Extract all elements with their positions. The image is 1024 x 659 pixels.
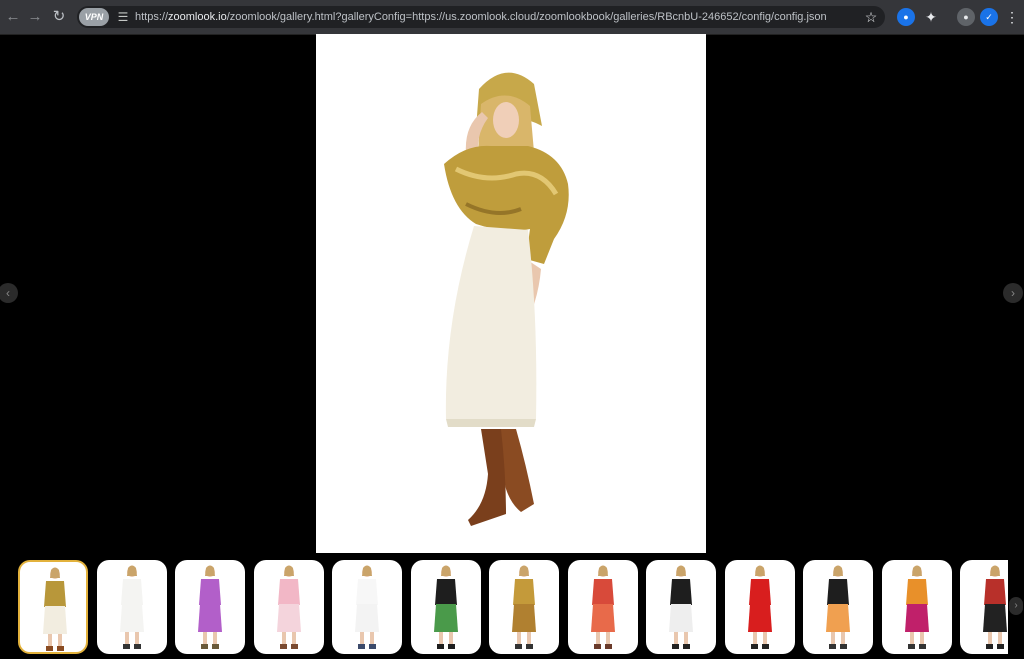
main-product-photo[interactable] bbox=[316, 34, 706, 553]
thumbnail-9[interactable] bbox=[646, 560, 716, 654]
thumbnail-10[interactable] bbox=[724, 560, 795, 654]
face bbox=[493, 102, 519, 138]
model-photo-illustration bbox=[444, 72, 569, 526]
thumbnail-8[interactable] bbox=[567, 560, 638, 654]
thumbnail-2[interactable] bbox=[96, 560, 167, 654]
thumbnail-model-figure bbox=[983, 565, 1007, 649]
arrow-right-icon[interactable]: → bbox=[24, 6, 46, 28]
brown-boot-left bbox=[468, 429, 506, 526]
url-host: zoomlook.io bbox=[168, 11, 227, 23]
thumbnail-11[interactable] bbox=[803, 560, 873, 654]
browser-toolbar: ← → ↻ VPN ☰ https://zoomlook.io/zoomlook… bbox=[0, 0, 1024, 35]
thumbnail-model-figure bbox=[198, 565, 222, 649]
vpn-badge[interactable]: VPN bbox=[79, 8, 109, 26]
thumbnail-strip bbox=[0, 559, 1008, 657]
thumbnail-12[interactable] bbox=[881, 560, 952, 654]
more-menu-icon[interactable]: ⋮ bbox=[1004, 6, 1020, 28]
arrow-left-icon[interactable]: ← bbox=[2, 6, 24, 28]
bookmark-star-icon[interactable]: ☆ bbox=[861, 7, 881, 27]
thumbnail-model-figure bbox=[355, 565, 379, 649]
site-settings-icon[interactable]: ☰ bbox=[115, 9, 131, 25]
thumbnail-1[interactable] bbox=[18, 560, 88, 654]
white-knit-skirt bbox=[445, 226, 537, 419]
thumbnail-model-figure bbox=[669, 565, 693, 649]
thumbnail-model-figure bbox=[433, 565, 458, 649]
thumbnail-model-figure bbox=[747, 565, 772, 649]
reload-icon[interactable]: ↻ bbox=[48, 6, 70, 28]
extensions-puzzle-icon[interactable]: ✦ bbox=[922, 8, 940, 26]
thumbnail-model-figure bbox=[590, 565, 615, 649]
thumbnail-3[interactable] bbox=[175, 560, 245, 654]
profile-avatar-icon[interactable]: ● bbox=[957, 8, 975, 26]
url-path: /zoomlook/gallery.html?galleryConfig=htt… bbox=[226, 11, 827, 23]
thumbnails-next-button[interactable]: › bbox=[1009, 597, 1023, 615]
thumbnail-model-figure bbox=[119, 565, 144, 649]
thumbnail-model-figure bbox=[43, 567, 67, 651]
thumbnail-4[interactable] bbox=[253, 560, 324, 654]
thumbnail-model-figure bbox=[276, 565, 301, 649]
address-bar[interactable]: VPN ☰ https://zoomlook.io/zoomlook/galle… bbox=[77, 6, 885, 28]
thumbnail-model-figure bbox=[826, 565, 850, 649]
next-image-button[interactable]: › bbox=[1003, 283, 1023, 303]
password-manager-icon[interactable]: ● bbox=[897, 8, 915, 26]
thumbnail-7[interactable] bbox=[489, 560, 559, 654]
thumbnail-13[interactable] bbox=[960, 560, 1008, 654]
previous-image-button[interactable]: ‹ bbox=[0, 283, 18, 303]
url-prefix: https:// bbox=[135, 11, 169, 23]
url-text[interactable]: https://zoomlook.io/zoomlook/gallery.htm… bbox=[135, 6, 827, 28]
thumbnail-model-figure bbox=[512, 565, 536, 649]
shield-check-icon[interactable]: ✓ bbox=[980, 8, 998, 26]
thumbnail-model-figure bbox=[904, 565, 929, 649]
thumbnail-5[interactable] bbox=[332, 560, 402, 654]
thumbnail-6[interactable] bbox=[410, 560, 481, 654]
